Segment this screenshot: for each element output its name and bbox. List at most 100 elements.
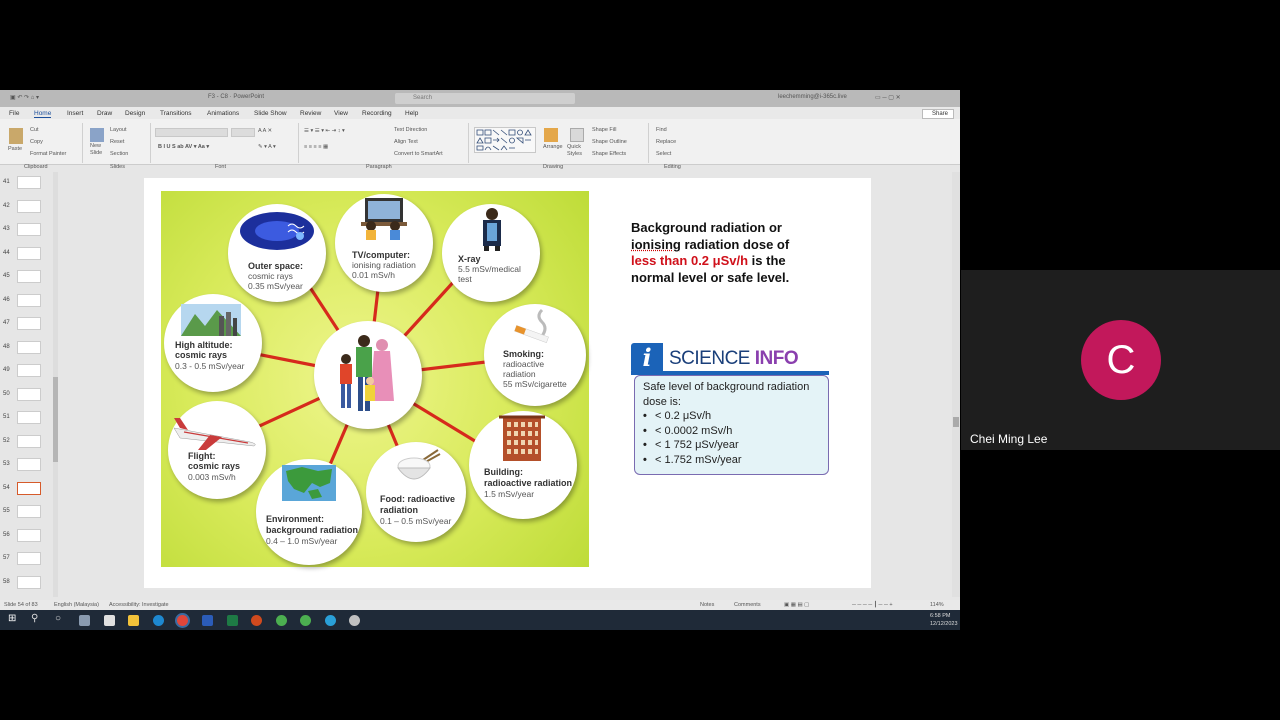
slide-thumbnail[interactable] <box>17 293 41 307</box>
font-format-buttons[interactable]: B I U S ab AV ▾ Aa ▾ <box>158 144 209 150</box>
slide-thumbnail[interactable] <box>17 552 41 565</box>
convert-smartart-button[interactable]: Convert to SmartArt <box>394 151 443 157</box>
select-button[interactable]: Select <box>656 151 671 157</box>
search-icon[interactable]: ⚲ <box>31 613 38 624</box>
font-name-select[interactable] <box>155 128 228 137</box>
tab-insert[interactable]: Insert <box>67 110 83 117</box>
slide-body-text[interactable]: Background radiation or ionising radiati… <box>631 220 831 286</box>
slide-thumbnail[interactable] <box>17 528 41 542</box>
paste-icon[interactable] <box>9 128 23 144</box>
tab-view[interactable]: View <box>334 110 348 117</box>
format-painter-button[interactable]: Format Painter <box>30 151 66 157</box>
font-size-buttons[interactable]: A A ✕ <box>258 128 272 134</box>
text-direction-button[interactable]: Text Direction <box>394 127 427 133</box>
copy-button[interactable]: Copy <box>30 139 43 145</box>
app-icon[interactable] <box>79 615 90 626</box>
shape-fill-button[interactable]: Shape Fill <box>592 127 616 133</box>
quick-styles-button[interactable]: Quick Styles <box>567 144 587 158</box>
slide-thumbnail[interactable] <box>17 246 41 260</box>
slide-thumbnail[interactable] <box>17 176 41 189</box>
science-info-box[interactable]: i SCIENCE INFO Safe level of background … <box>631 343 831 476</box>
view-buttons[interactable]: ▣ ▦ ▤ ▢ <box>784 602 809 608</box>
zoom-level[interactable]: 114% <box>930 602 944 608</box>
align-buttons[interactable]: ≡ ≡ ≡ ≡ ▦ <box>304 144 328 150</box>
font-size-select[interactable] <box>231 128 255 137</box>
excel-icon[interactable] <box>227 615 238 626</box>
cut-button[interactable]: Cut <box>30 127 39 133</box>
window-controls[interactable]: ▭ ─ ▢ ✕ <box>875 94 901 101</box>
tab-recording[interactable]: Recording <box>362 110 392 117</box>
slide-thumbnail[interactable] <box>17 270 41 283</box>
list-buttons[interactable]: ☰ ▾ ☰ ▾ ⇤ ⇥ ↕ ▾ <box>304 128 345 134</box>
powerpoint-icon[interactable] <box>251 615 262 626</box>
arrange-button[interactable]: Arrange <box>543 144 563 150</box>
task-view-icon[interactable]: ○ <box>55 613 61 624</box>
language-indicator[interactable]: English (Malaysia) <box>54 602 99 608</box>
align-text-button[interactable]: Align Text <box>394 139 418 145</box>
tab-animations[interactable]: Animations <box>207 110 239 117</box>
store-icon[interactable] <box>104 615 115 626</box>
slide-thumbnail[interactable] <box>17 387 41 401</box>
font-color-buttons[interactable]: ✎ ▾ A ▾ <box>258 144 276 150</box>
scrollbar-handle[interactable] <box>53 377 58 462</box>
slide-thumbnail[interactable] <box>17 317 41 330</box>
paragraph-group-label: Paragraph <box>366 164 392 170</box>
comments-button[interactable]: Comments <box>734 602 761 608</box>
start-icon[interactable]: ⊞ <box>8 613 16 624</box>
arrange-icon[interactable] <box>544 128 558 142</box>
chrome-icon[interactable] <box>177 615 188 626</box>
zoom-slider[interactable]: ─ ─ ─ ─ ┃ ─ ─ + <box>852 602 893 608</box>
notes-button[interactable]: Notes <box>700 602 714 608</box>
shapes-gallery[interactable] <box>474 127 536 153</box>
reset-button[interactable]: Reset <box>110 139 124 145</box>
replace-button[interactable]: Replace <box>656 139 676 145</box>
word-icon[interactable] <box>202 615 213 626</box>
autosave-icon[interactable]: ▣ ↶ ↷ ⌂ ▾ <box>10 94 39 101</box>
participant-name: Chei Ming Lee <box>970 432 1048 446</box>
app-icon[interactable] <box>276 615 287 626</box>
participant-tile[interactable]: C Chei Ming Lee <box>961 270 1280 450</box>
tab-review[interactable]: Review <box>300 110 321 117</box>
slide-thumbnail[interactable] <box>17 223 41 236</box>
find-button[interactable]: Find <box>656 127 667 133</box>
telegram-icon[interactable] <box>325 615 336 626</box>
slide-thumbnail[interactable] <box>17 481 41 495</box>
slide-thumbnail[interactable] <box>17 575 41 589</box>
tab-help[interactable]: Help <box>405 110 418 117</box>
slide-thumbnail[interactable] <box>17 340 41 354</box>
tab-transitions[interactable]: Transitions <box>160 110 192 117</box>
slide-thumbnail[interactable] <box>17 364 41 377</box>
thumbnail-scrollbar[interactable] <box>53 172 58 597</box>
app-icon[interactable] <box>300 615 311 626</box>
tab-home[interactable]: Home <box>34 110 52 118</box>
section-button[interactable]: Section <box>110 151 128 157</box>
file-explorer-icon[interactable] <box>128 615 139 626</box>
slide-thumbnail[interactable] <box>17 505 41 518</box>
slide-thumbnail[interactable] <box>17 199 41 213</box>
slide-thumbnail[interactable] <box>17 458 41 471</box>
search-input[interactable]: Search <box>395 93 575 104</box>
edge-icon[interactable] <box>153 615 164 626</box>
tab-file[interactable]: File <box>9 110 19 117</box>
tab-draw[interactable]: Draw <box>97 110 112 117</box>
app-icon[interactable] <box>349 615 360 626</box>
share-button[interactable]: Share <box>922 109 954 119</box>
outer-space-title: Outer space: <box>248 261 304 271</box>
shape-outline-button[interactable]: Shape Outline <box>592 139 627 145</box>
accessibility-indicator[interactable]: Accessibility: Investigate <box>109 602 169 608</box>
thumbnail-number: 46 <box>3 296 10 303</box>
slide[interactable]: Outer space: cosmic rays 0.35 mSv/year T… <box>144 178 871 588</box>
tab-slide-show[interactable]: Slide Show <box>254 110 287 117</box>
new-slide-icon[interactable] <box>90 128 104 142</box>
slide-thumbnail[interactable] <box>17 411 41 424</box>
layout-button[interactable]: Layout <box>110 127 127 133</box>
quick-styles-icon[interactable] <box>570 128 584 142</box>
paste-button[interactable]: Paste <box>8 146 22 152</box>
scrollbar-handle[interactable] <box>953 417 959 427</box>
new-slide-button[interactable]: New Slide <box>90 143 105 157</box>
user-account[interactable]: leechemming@i-365c.live <box>778 94 847 100</box>
canvas-scrollbar[interactable] <box>952 172 960 597</box>
slide-thumbnail[interactable] <box>17 434 41 448</box>
tab-design[interactable]: Design <box>125 110 145 117</box>
shape-effects-button[interactable]: Shape Effects <box>592 151 626 157</box>
